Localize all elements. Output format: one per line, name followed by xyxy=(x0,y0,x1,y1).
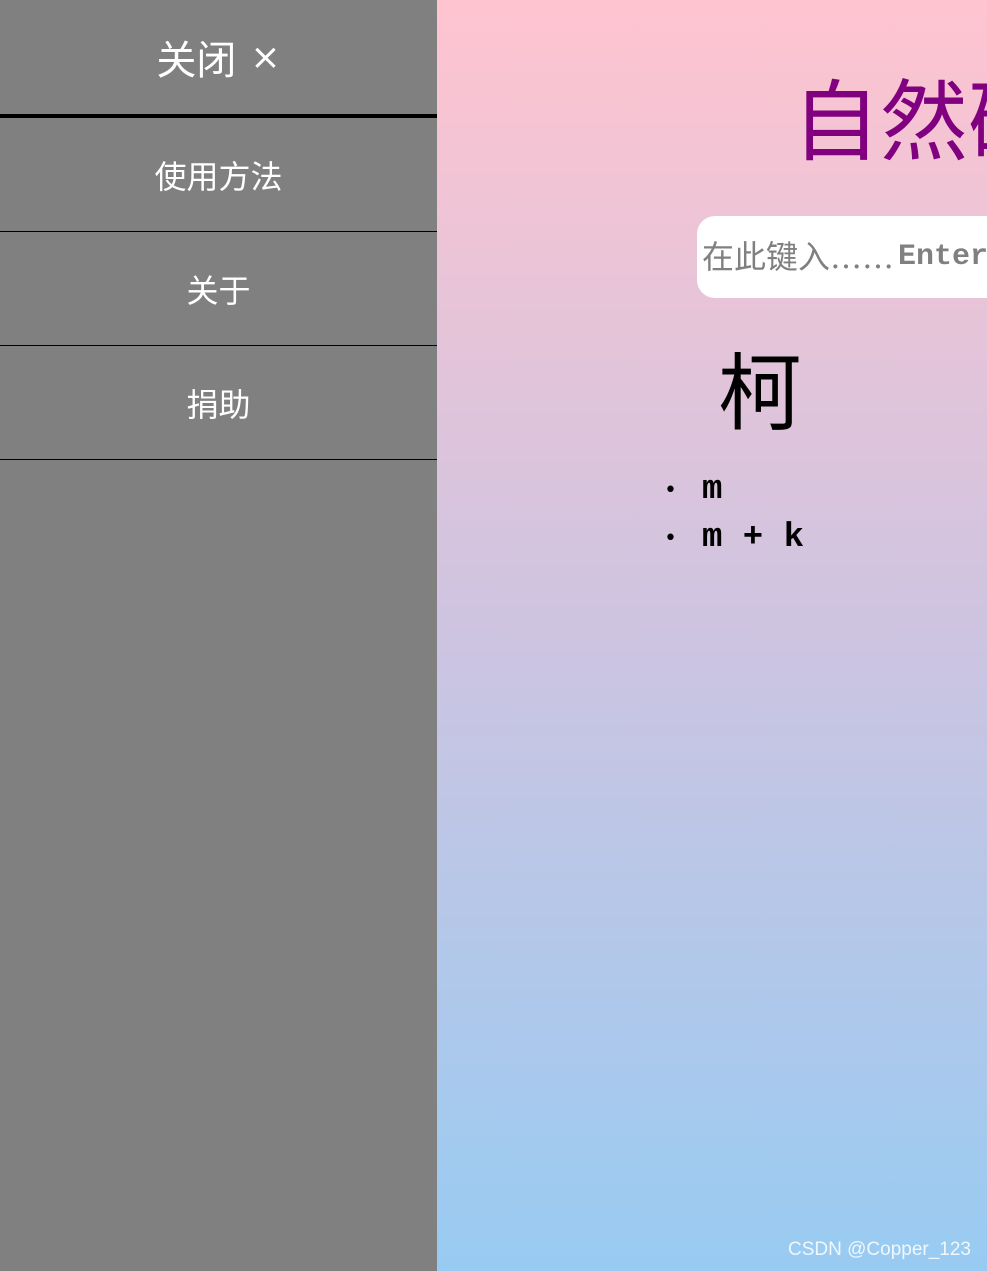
code-list: • m • m + k xyxy=(664,466,804,562)
sidebar-close-button[interactable]: 关闭 × xyxy=(0,0,437,118)
sidebar-item-donate[interactable]: 捐助 xyxy=(0,346,437,460)
sidebar: 关闭 × 使用方法 关于 捐助 xyxy=(0,0,437,1271)
close-label: 关闭 xyxy=(156,38,237,84)
bullet-icon: • xyxy=(664,477,677,503)
bullet-icon: • xyxy=(664,525,677,551)
close-icon: × xyxy=(250,36,281,78)
sidebar-item-label: 使用方法 xyxy=(154,157,283,196)
sidebar-item-about[interactable]: 关于 xyxy=(0,232,437,346)
page-title: 自然码 xyxy=(792,71,987,174)
sidebar-item-label: 关于 xyxy=(186,271,251,310)
sidebar-item-label: 捐助 xyxy=(186,385,251,424)
code-item: • m xyxy=(664,466,804,514)
enter-button[interactable]: Enter xyxy=(898,240,987,274)
search-input[interactable] xyxy=(702,238,892,276)
watermark: CSDN @Copper_123 xyxy=(788,1239,971,1260)
sidebar-item-usage[interactable]: 使用方法 xyxy=(0,118,437,232)
result-character: 柯 xyxy=(718,345,803,443)
code-text: m + k xyxy=(702,519,805,557)
code-item: • m + k xyxy=(664,514,804,562)
search-box: Enter xyxy=(697,216,987,298)
code-text: m xyxy=(702,471,723,509)
